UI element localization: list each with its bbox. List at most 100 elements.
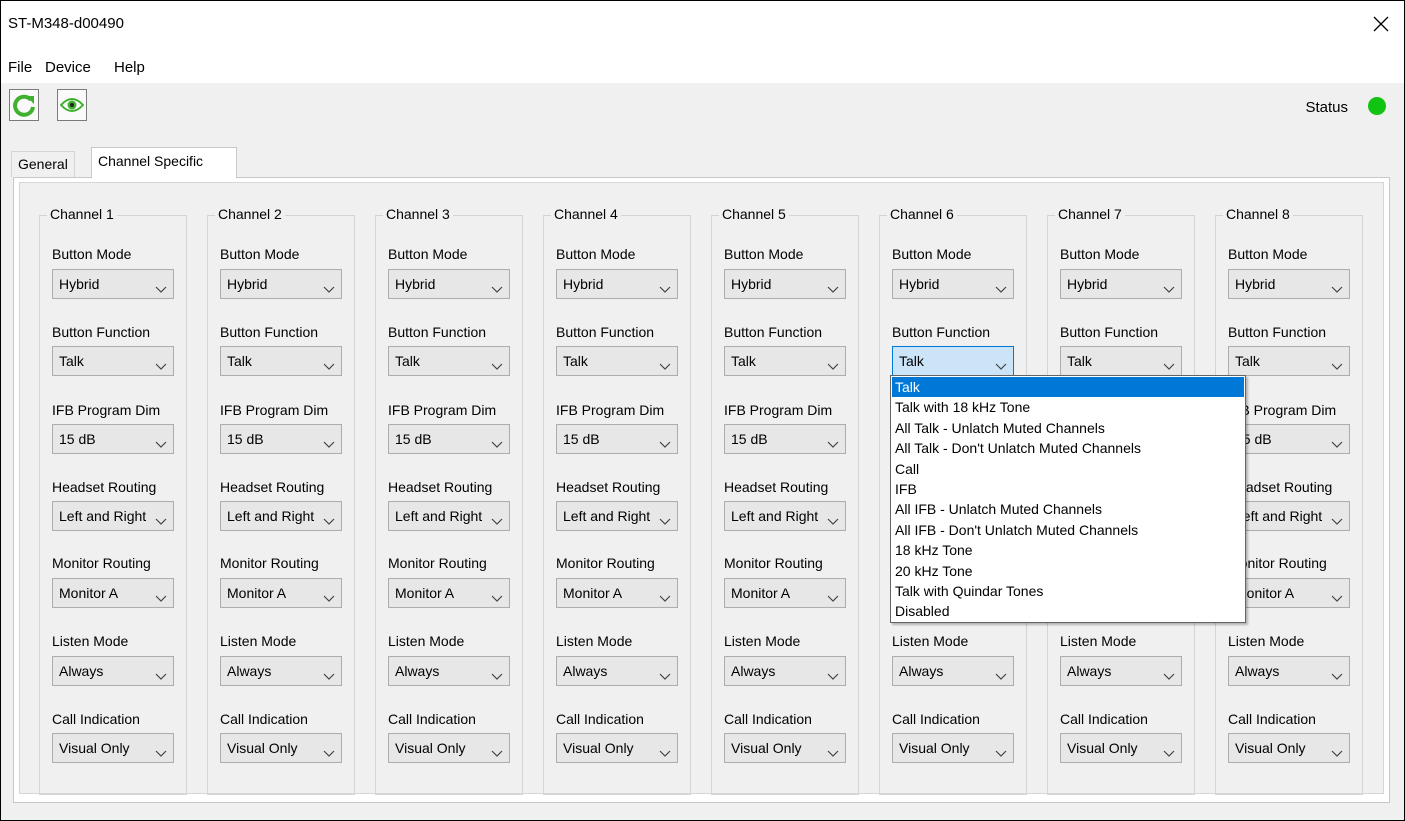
button-mode-select[interactable]: Hybrid xyxy=(1060,269,1182,299)
ifb-program-dim-select[interactable]: 15 dB xyxy=(556,424,678,454)
dropdown-option[interactable]: All Talk - Unlatch Muted Channels xyxy=(892,418,1244,438)
dropdown-option[interactable]: Talk with 18 kHz Tone xyxy=(892,397,1244,417)
monitor-routing-select[interactable]: Monitor A xyxy=(220,578,342,608)
button-function-select[interactable]: Talk xyxy=(220,346,342,376)
button-mode-select[interactable]: Hybrid xyxy=(892,269,1014,299)
listen-mode-select[interactable]: Always xyxy=(52,656,174,686)
headset-routing-select[interactable]: Left and Right xyxy=(724,501,846,531)
headset-routing-value: Left and Right xyxy=(59,508,147,524)
call-indication-select[interactable]: Visual Only xyxy=(52,733,174,763)
headset-routing-select[interactable]: Left and Right xyxy=(388,501,510,531)
button-function-select[interactable]: Talk xyxy=(1060,346,1182,376)
listen-mode-select[interactable]: Always xyxy=(556,656,678,686)
ifb-program-dim-value: 15 dB xyxy=(563,431,600,447)
chevron-down-icon xyxy=(1163,745,1175,757)
call-indication-value: Visual Only xyxy=(395,740,466,756)
button-mode-select[interactable]: Hybrid xyxy=(220,269,342,299)
chevron-down-icon xyxy=(827,745,839,757)
ifb-program-dim-value: 15 dB xyxy=(227,431,264,447)
button-mode-label: Button Mode xyxy=(388,246,468,262)
button-mode-label: Button Mode xyxy=(1060,246,1140,262)
dropdown-option[interactable]: All Talk - Don't Unlatch Muted Channels xyxy=(892,438,1244,458)
button-mode-select[interactable]: Hybrid xyxy=(1228,269,1350,299)
button-mode-select[interactable]: Hybrid xyxy=(724,269,846,299)
monitor-routing-select[interactable]: Monitor A xyxy=(556,578,678,608)
listen-mode-select[interactable]: Always xyxy=(1060,656,1182,686)
ifb-program-dim-label: IFB Program Dim xyxy=(220,402,329,418)
chevron-down-icon xyxy=(995,281,1007,293)
channel-group-2: Channel 2 Button Mode Hybrid Button Functio… xyxy=(207,206,355,795)
chevron-down-icon xyxy=(491,281,503,293)
dropdown-option[interactable]: All IFB - Don't Unlatch Muted Channels xyxy=(892,520,1244,540)
ifb-program-dim-select[interactable]: 15 dB xyxy=(388,424,510,454)
monitor-routing-select[interactable]: Monitor A xyxy=(724,578,846,608)
dropdown-option[interactable]: Call xyxy=(892,459,1244,479)
chevron-down-icon xyxy=(1163,358,1175,370)
monitor-routing-select[interactable]: Monitor A xyxy=(52,578,174,608)
dropdown-option[interactable]: 18 kHz Tone xyxy=(892,540,1244,560)
ifb-program-dim-select[interactable]: 15 dB xyxy=(724,424,846,454)
button-function-select[interactable]: Talk xyxy=(556,346,678,376)
call-indication-select[interactable]: Visual Only xyxy=(724,733,846,763)
listen-mode-select[interactable]: Always xyxy=(892,656,1014,686)
ifb-program-dim-select[interactable]: 15 dB xyxy=(52,424,174,454)
listen-mode-value: Always xyxy=(731,663,776,679)
call-indication-select[interactable]: Visual Only xyxy=(892,733,1014,763)
headset-routing-value: Left and Right xyxy=(395,508,483,524)
listen-mode-select[interactable]: Always xyxy=(1228,656,1350,686)
dropdown-option[interactable]: 20 kHz Tone xyxy=(892,561,1244,581)
refresh-button[interactable] xyxy=(9,89,39,121)
button-function-select[interactable]: Talk xyxy=(892,346,1014,376)
button-mode-select[interactable]: Hybrid xyxy=(556,269,678,299)
headset-routing-select[interactable]: Left and Right xyxy=(556,501,678,531)
call-indication-select[interactable]: Visual Only xyxy=(1060,733,1182,763)
channel-title: Channel 1 xyxy=(47,206,117,222)
ifb-program-dim-select[interactable]: 15 dB xyxy=(1228,424,1350,454)
dropdown-option[interactable]: Disabled xyxy=(892,601,1244,621)
button-function-select[interactable]: Talk xyxy=(724,346,846,376)
close-button[interactable] xyxy=(1358,1,1404,47)
monitor-routing-select[interactable]: Monitor A xyxy=(388,578,510,608)
call-indication-select[interactable]: Visual Only xyxy=(1228,733,1350,763)
dropdown-option[interactable]: Talk with Quindar Tones xyxy=(892,581,1244,601)
chevron-down-icon xyxy=(155,281,167,293)
button-mode-select[interactable]: Hybrid xyxy=(388,269,510,299)
dropdown-option[interactable]: IFB xyxy=(892,479,1244,499)
tab-channel-specific[interactable]: Channel Specific xyxy=(91,147,237,178)
dropdown-option[interactable]: Talk xyxy=(892,377,1244,397)
listen-mode-select[interactable]: Always xyxy=(220,656,342,686)
headset-routing-select[interactable]: Left and Right xyxy=(1228,501,1350,531)
listen-mode-label: Listen Mode xyxy=(52,633,129,649)
chevron-down-icon xyxy=(155,745,167,757)
button-function-select[interactable]: Talk xyxy=(1228,346,1350,376)
button-function-select[interactable]: Talk xyxy=(52,346,174,376)
button-mode-label: Button Mode xyxy=(724,246,804,262)
tab-general[interactable]: General xyxy=(11,151,75,177)
monitor-routing-value: Monitor A xyxy=(563,585,623,601)
close-icon xyxy=(1373,16,1389,32)
view-button[interactable] xyxy=(57,89,87,121)
listen-mode-select[interactable]: Always xyxy=(724,656,846,686)
chevron-down-icon xyxy=(323,513,335,525)
button-function-select[interactable]: Talk xyxy=(388,346,510,376)
button-mode-select[interactable]: Hybrid xyxy=(52,269,174,299)
headset-routing-select[interactable]: Left and Right xyxy=(52,501,174,531)
chevron-down-icon xyxy=(827,668,839,680)
menu-device[interactable]: Device xyxy=(45,59,91,76)
headset-routing-select[interactable]: Left and Right xyxy=(220,501,342,531)
listen-mode-label: Listen Mode xyxy=(892,633,969,649)
chevron-down-icon xyxy=(827,358,839,370)
menu-file[interactable]: File xyxy=(8,59,32,76)
call-indication-select[interactable]: Visual Only xyxy=(388,733,510,763)
button-function-value: Talk xyxy=(395,353,420,369)
dropdown-option[interactable]: All IFB - Unlatch Muted Channels xyxy=(892,499,1244,519)
chevron-down-icon xyxy=(155,436,167,448)
listen-mode-value: Always xyxy=(395,663,440,679)
ifb-program-dim-select[interactable]: 15 dB xyxy=(220,424,342,454)
monitor-routing-select[interactable]: Monitor A xyxy=(1228,578,1350,608)
menu-help[interactable]: Help xyxy=(114,59,145,76)
call-indication-select[interactable]: Visual Only xyxy=(556,733,678,763)
button-mode-value: Hybrid xyxy=(731,276,772,292)
listen-mode-select[interactable]: Always xyxy=(388,656,510,686)
call-indication-select[interactable]: Visual Only xyxy=(220,733,342,763)
